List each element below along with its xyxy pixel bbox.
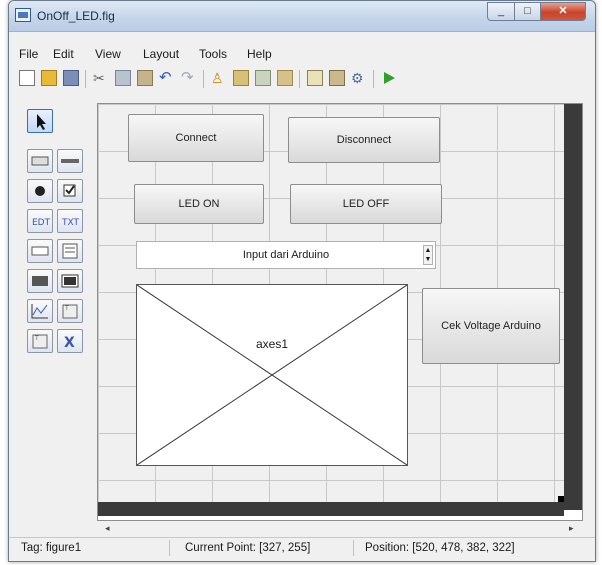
property-inspector-icon[interactable] — [329, 70, 345, 86]
align-icon[interactable]: ♙ — [211, 70, 227, 86]
static-text-icon[interactable]: TXT — [57, 209, 83, 233]
toolbar: ✂ ↶ ↷ ♙ ⚙ — [17, 67, 587, 91]
status-current-point: Current Point: [327, 255] — [185, 542, 311, 554]
checkbox-icon[interactable] — [57, 179, 83, 203]
window-title: OnOff_LED.fig — [37, 9, 115, 23]
button-group-icon[interactable]: T — [27, 329, 53, 353]
popup-menu-icon[interactable] — [27, 239, 53, 263]
listbox-icon[interactable] — [57, 239, 83, 263]
svg-text:X: X — [64, 335, 75, 351]
disconnect-button[interactable]: Disconnect — [288, 117, 440, 163]
popup-spinner-icon[interactable]: ▲ ▼ — [423, 245, 433, 265]
status-separator — [353, 540, 354, 556]
run-icon[interactable] — [381, 70, 397, 86]
figure-resize-handle[interactable] — [558, 496, 564, 502]
led-off-button[interactable]: LED OFF — [290, 184, 442, 224]
toolbar-separator — [203, 70, 204, 88]
menu-edit[interactable]: Edit — [53, 47, 74, 61]
layout-canvas[interactable]: Connect Disconnect LED ON LED OFF Input … — [97, 103, 583, 521]
connect-button[interactable]: Connect — [128, 114, 264, 162]
status-bar: Tag: figure1 Current Point: [327, 255] P… — [9, 537, 595, 560]
axes-label: axes1 — [255, 337, 289, 351]
svg-text:TXT: TXT — [61, 218, 80, 228]
cut-icon[interactable]: ✂ — [93, 70, 109, 86]
canvas-bottom-edge — [98, 502, 564, 516]
toolbar-separator — [299, 70, 300, 88]
toolbar-editor-icon[interactable] — [277, 70, 293, 86]
slider-icon[interactable] — [57, 149, 83, 173]
radio-button-icon[interactable] — [27, 179, 53, 203]
svg-text:EDT: EDT — [32, 218, 51, 228]
edit-text-icon[interactable]: EDT — [27, 209, 53, 233]
select-arrow-icon[interactable] — [27, 109, 53, 133]
status-position: Position: [520, 478, 382, 322] — [365, 542, 515, 554]
panel-icon[interactable]: T — [57, 299, 83, 323]
cek-voltage-button[interactable]: Cek Voltage Arduino — [422, 288, 560, 364]
title-bar[interactable]: OnOff_LED.fig _ □ ✕ — [9, 1, 595, 32]
menu-view[interactable]: View — [95, 47, 121, 61]
menu-editor-icon[interactable] — [233, 70, 249, 86]
menu-help[interactable]: Help — [247, 47, 272, 61]
minimize-button[interactable]: _ — [487, 2, 515, 21]
undo-icon[interactable]: ↶ — [159, 70, 175, 86]
maximize-button[interactable]: □ — [514, 2, 541, 21]
close-button[interactable]: ✕ — [540, 2, 586, 21]
toolbar-separator — [373, 70, 374, 88]
table-icon[interactable] — [57, 269, 83, 293]
object-browser-icon[interactable]: ⚙ — [351, 70, 367, 86]
new-file-icon[interactable] — [19, 70, 35, 86]
svg-text:T: T — [34, 335, 39, 342]
toolbar-separator — [85, 70, 86, 88]
push-button-icon[interactable] — [27, 149, 53, 173]
horizontal-scrollbar[interactable]: ◂ ▸ — [97, 523, 587, 535]
activex-icon[interactable]: X — [57, 329, 83, 353]
toggle-button-icon[interactable] — [27, 269, 53, 293]
save-icon[interactable] — [63, 70, 79, 86]
matlab-figure-icon — [15, 8, 31, 22]
status-tag: Tag: figure1 — [21, 542, 82, 554]
axes-icon[interactable] — [27, 299, 53, 323]
popup-value: Input dari Arduino — [242, 249, 330, 261]
menu-file[interactable]: File — [19, 47, 38, 61]
guide-window: OnOff_LED.fig _ □ ✕ File Edit View Layou… — [8, 0, 596, 562]
mfile-editor-icon[interactable] — [307, 70, 323, 86]
axes-placeholder-cross — [137, 285, 407, 465]
status-separator — [169, 540, 170, 556]
input-popup-menu[interactable]: Input dari Arduino ▲ ▼ — [136, 241, 436, 269]
menu-layout[interactable]: Layout — [143, 47, 179, 61]
canvas-right-edge — [564, 104, 582, 510]
axes1[interactable]: axes1 — [136, 284, 408, 466]
tab-order-icon[interactable] — [255, 70, 271, 86]
menu-tools[interactable]: Tools — [199, 47, 227, 61]
paste-icon[interactable] — [137, 70, 153, 86]
led-on-button[interactable]: LED ON — [134, 184, 264, 224]
menu-bar: File Edit View Layout Tools Help — [9, 45, 595, 65]
redo-icon[interactable]: ↷ — [181, 70, 197, 86]
scroll-left-icon[interactable]: ◂ — [105, 523, 110, 534]
scroll-right-icon[interactable]: ▸ — [569, 523, 574, 534]
copy-icon[interactable] — [115, 70, 131, 86]
open-folder-icon[interactable] — [41, 70, 57, 86]
svg-text:T: T — [64, 305, 69, 312]
